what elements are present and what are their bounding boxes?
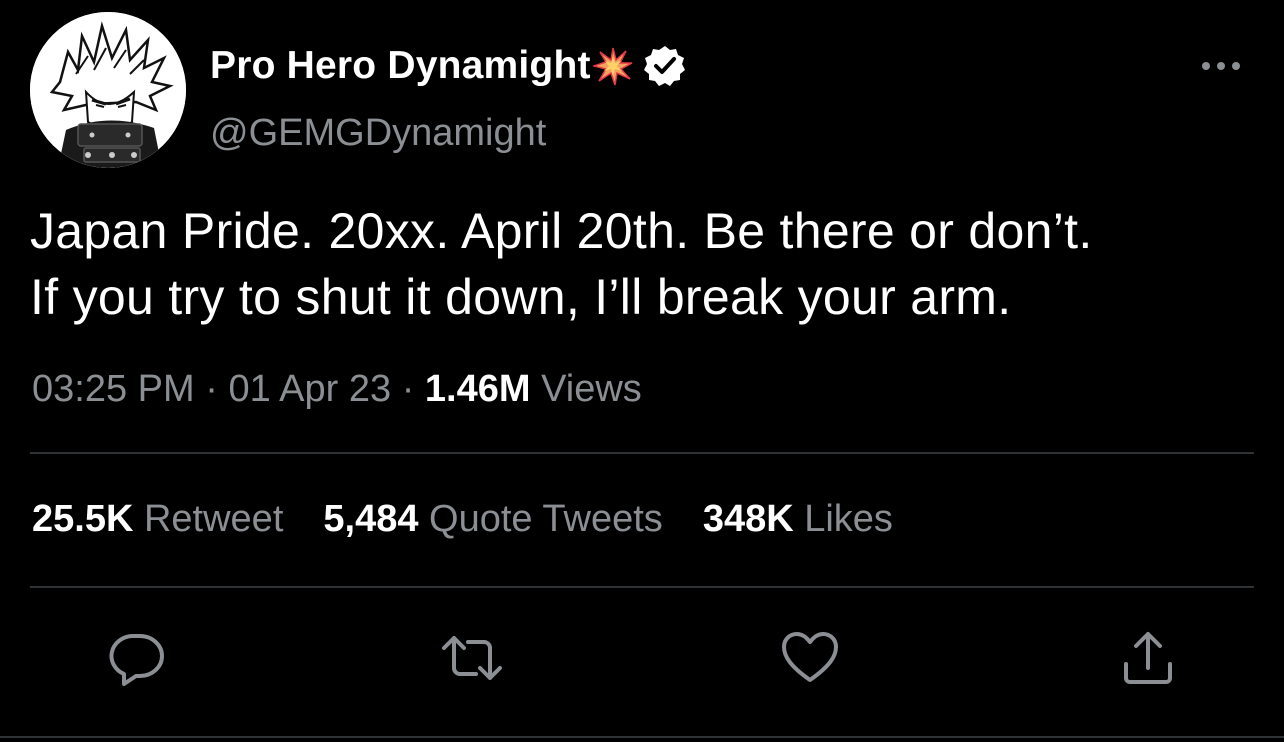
retweets-stat[interactable]: 25.5K Retweet <box>32 498 283 541</box>
divider <box>0 736 1284 738</box>
likes-stat[interactable]: 348K Likes <box>703 498 893 541</box>
divider <box>30 452 1254 454</box>
avatar-image <box>30 12 186 168</box>
more-icon[interactable] <box>1198 56 1244 76</box>
reply-icon <box>109 634 164 686</box>
likes-count: 348K <box>702 498 794 540</box>
meta-separator: · <box>401 368 415 410</box>
collision-icon <box>590 46 633 86</box>
like-button[interactable] <box>778 626 842 690</box>
engagement-stats: 25.5K Retweet 5,484 Quote Tweets 348K Li… <box>32 498 893 541</box>
retweet-icon <box>442 636 502 680</box>
share-icon <box>1124 632 1172 684</box>
quotes-label: Quote Tweets <box>429 498 663 540</box>
divider <box>30 586 1254 588</box>
tweet-date[interactable]: 01 Apr 23 <box>228 368 391 410</box>
tweet-text: Japan Pride. 20xx. April 20th. Be there … <box>30 203 1093 325</box>
retweets-count: 25.5K <box>32 498 134 540</box>
retweets-label: Retweet <box>143 498 284 540</box>
heart-icon <box>782 632 838 682</box>
display-name-row: Pro Hero Dynamight <box>210 42 687 90</box>
tweet-meta: 03:25 PM · 01 Apr 23 · 1.46M Views <box>32 368 642 411</box>
quote-tweets-stat[interactable]: 5,484 Quote Tweets <box>323 498 662 541</box>
retweet-button[interactable] <box>440 626 504 690</box>
tweet-detail: Pro Hero Dynamight @GEMGDynamight Japan <box>0 0 1284 742</box>
reply-button[interactable] <box>104 626 168 690</box>
meta-separator: · <box>205 368 218 410</box>
handle[interactable]: @GEMGDynamight <box>210 112 687 155</box>
display-name[interactable]: Pro Hero Dynamight <box>210 44 591 88</box>
views-count: 1.46M <box>424 368 531 410</box>
author-block: Pro Hero Dynamight @GEMGDynamight <box>210 42 687 155</box>
quotes-count: 5,484 <box>323 498 419 540</box>
verified-badge-icon <box>643 44 687 88</box>
avatar[interactable] <box>30 12 186 168</box>
views-label: Views <box>541 368 642 410</box>
likes-label: Likes <box>804 498 893 540</box>
share-button[interactable] <box>1116 626 1180 690</box>
tweet-time[interactable]: 03:25 PM <box>32 368 195 410</box>
